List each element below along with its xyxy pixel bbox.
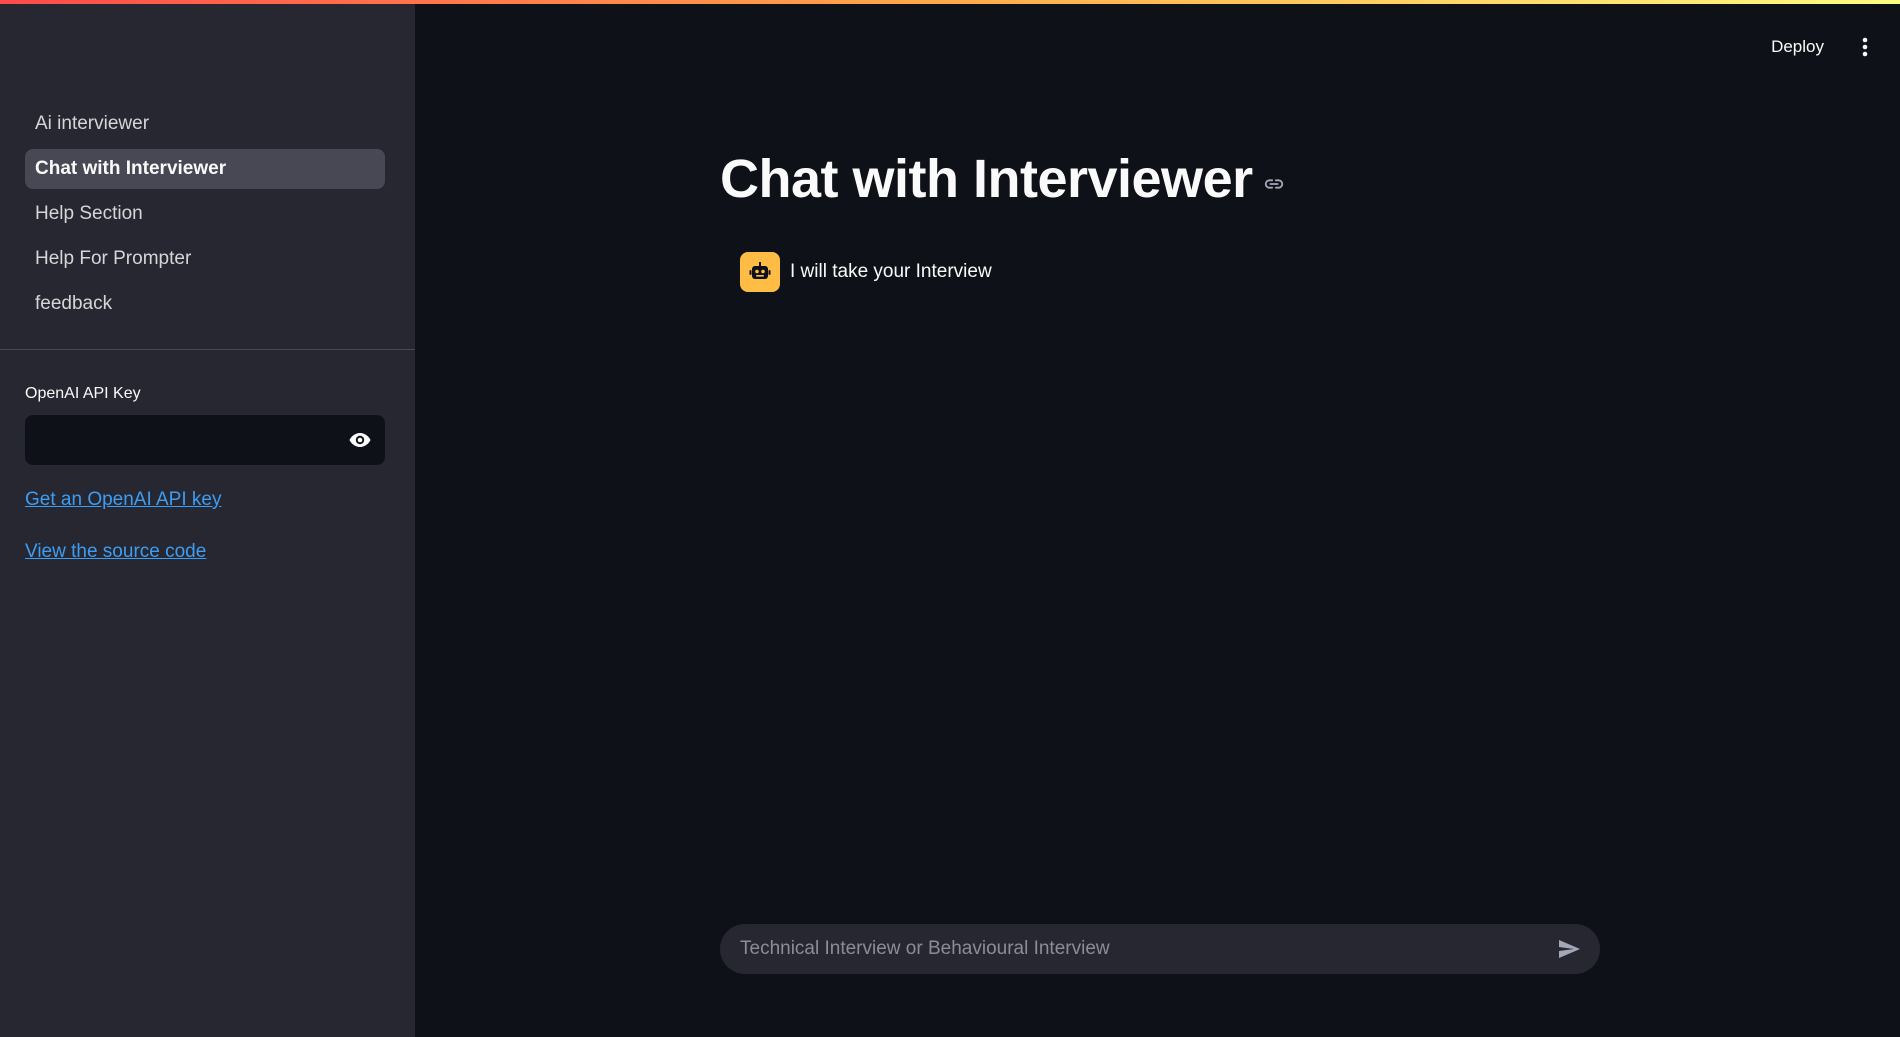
sidebar-item-label: Chat with Interviewer bbox=[35, 158, 227, 179]
robot-icon bbox=[740, 252, 780, 292]
sidebar-item-ai-interviewer[interactable]: Ai interviewer bbox=[25, 104, 385, 144]
deploy-button[interactable]: Deploy bbox=[1771, 37, 1824, 57]
eye-icon[interactable] bbox=[335, 415, 385, 465]
top-decoration-bar bbox=[0, 0, 1900, 4]
sidebar-item-label: feedback bbox=[35, 293, 113, 314]
sidebar-item-help-for-prompter[interactable]: Help For Prompter bbox=[25, 239, 385, 279]
sidebar-item-label: Help Section bbox=[35, 203, 143, 224]
sidebar: Ai interviewer Chat with Interviewer Hel… bbox=[0, 0, 415, 1037]
page-title: Chat with Interviewer bbox=[720, 149, 1253, 209]
api-key-field-container bbox=[25, 415, 385, 465]
sidebar-item-label: Help For Prompter bbox=[35, 248, 192, 269]
link-icon[interactable] bbox=[1263, 173, 1285, 195]
api-key-label: OpenAI API Key bbox=[25, 385, 141, 402]
sidebar-item-feedback[interactable]: feedback bbox=[25, 284, 385, 324]
header-toolbar: Deploy bbox=[1771, 32, 1900, 62]
sidebar-item-label: Ai interviewer bbox=[35, 113, 150, 134]
chat-message-assistant: I will take your Interview bbox=[740, 252, 992, 292]
chat-input[interactable] bbox=[720, 924, 1544, 974]
send-icon[interactable] bbox=[1544, 924, 1594, 974]
vertical-dots-icon[interactable] bbox=[1850, 32, 1880, 62]
sidebar-nav: Ai interviewer Chat with Interviewer Hel… bbox=[25, 104, 385, 329]
chat-input-container bbox=[720, 924, 1600, 974]
api-key-input[interactable] bbox=[25, 415, 335, 465]
chat-message-text: I will take your Interview bbox=[790, 261, 992, 282]
get-api-key-link[interactable]: Get an OpenAI API key bbox=[25, 489, 221, 511]
sidebar-divider bbox=[0, 349, 415, 350]
sidebar-item-chat-with-interviewer[interactable]: Chat with Interviewer bbox=[25, 149, 385, 189]
page-title-row: Chat with Interviewer bbox=[720, 148, 1285, 210]
sidebar-item-help-section[interactable]: Help Section bbox=[25, 194, 385, 234]
view-source-link[interactable]: View the source code bbox=[25, 541, 206, 563]
